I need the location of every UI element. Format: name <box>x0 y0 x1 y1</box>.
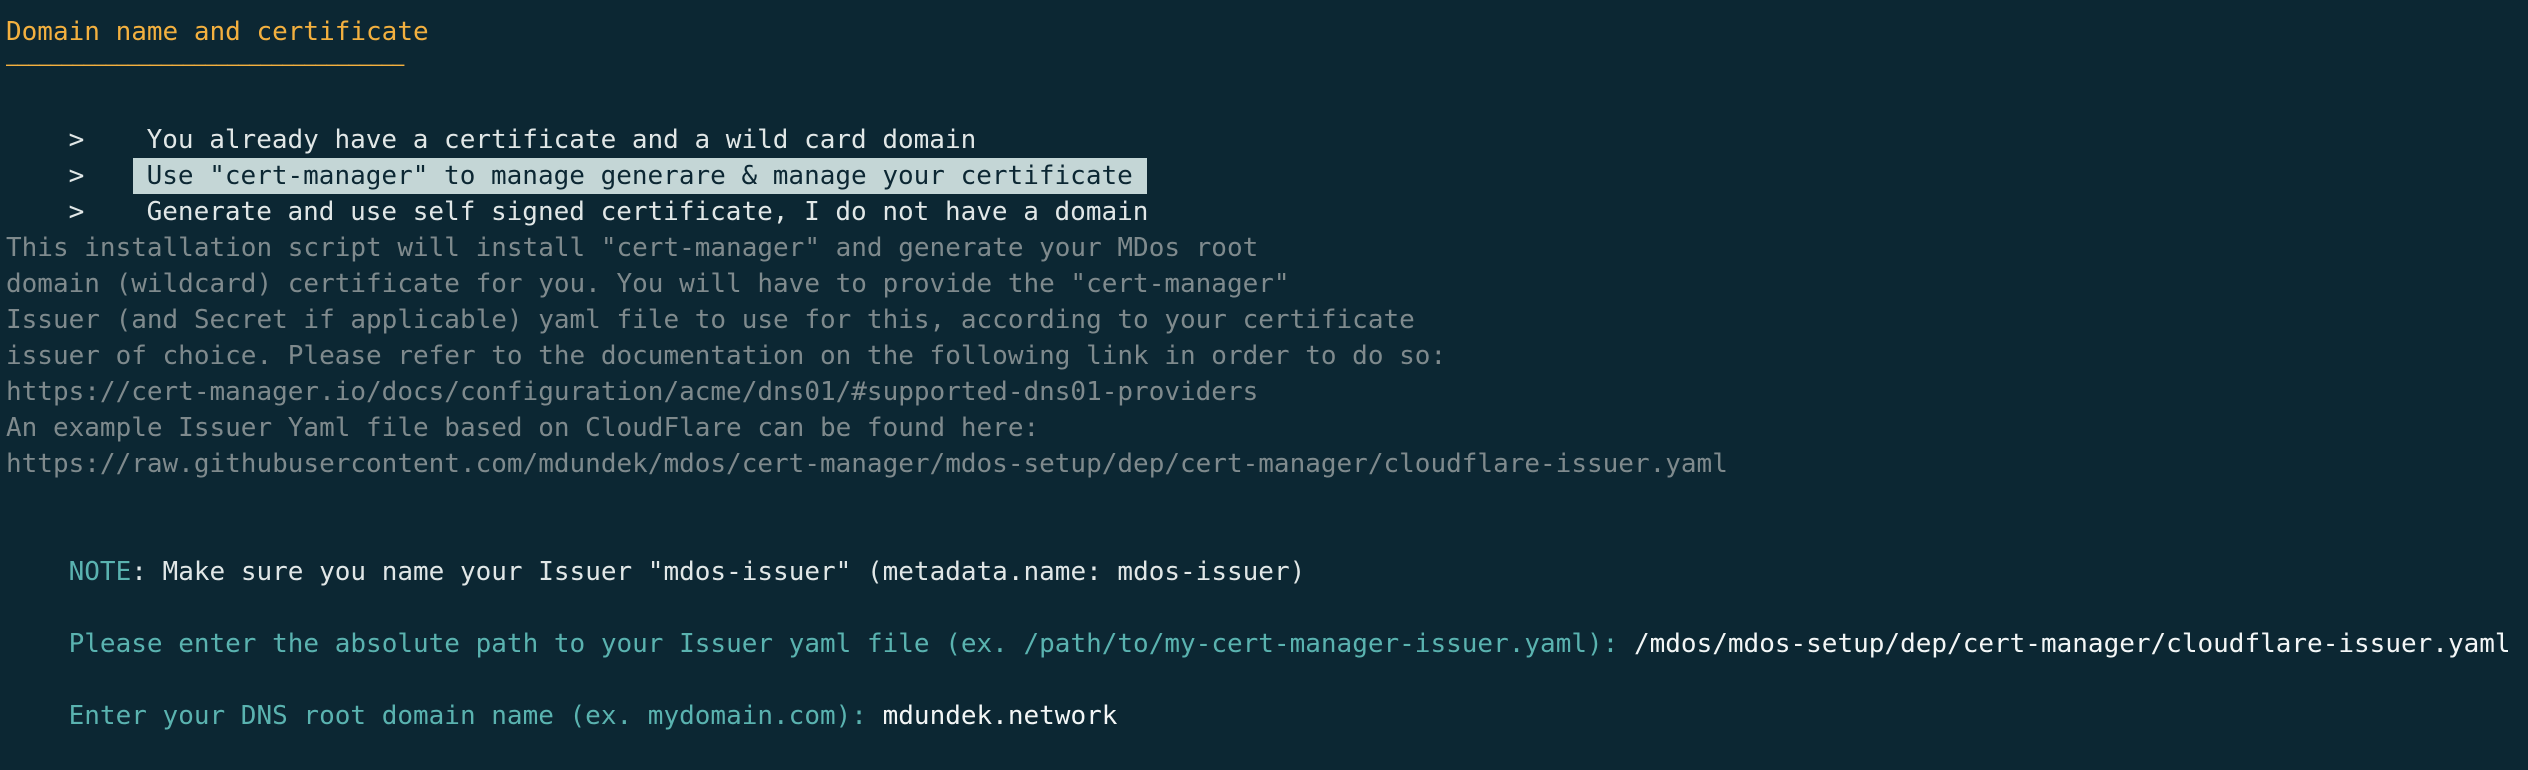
note-text: : Make sure you name your Issuer "mdos-i… <box>131 557 1306 587</box>
section-rule: ———————————————————————————————————— <box>6 52 404 76</box>
issuer-path-prompt: Please enter the absolute path to your I… <box>6 590 2511 659</box>
domain-prompt: Enter your DNS root domain name (ex. myd… <box>6 662 1118 731</box>
option-row-cert-manager[interactable]: > Use "cert-manager" to manage generare &… <box>6 122 1147 194</box>
option-self-signed[interactable]: Generate and use self signed certificate… <box>133 194 1163 230</box>
option-row-self-signed[interactable]: > Generate and use self signed certificat… <box>6 158 1162 227</box>
section-title: Domain name and certificate <box>6 17 429 47</box>
docs-link[interactable]: https://cert-manager.io/docs/configurati… <box>6 374 1258 410</box>
note-line: NOTE: Make sure you name your Issuer "md… <box>6 518 1306 587</box>
info-line: domain (wildcard) certificate for you. Y… <box>6 269 1290 299</box>
info-line: An example Issuer Yaml file based on Clo… <box>6 413 1040 443</box>
domain-input[interactable]: mdundek.network <box>883 701 1118 731</box>
issuer-path-input[interactable]: /mdos/mdos-setup/dep/cert-manager/cloudf… <box>1634 629 2511 659</box>
terminal-window: Domain name and certificate ————————————… <box>0 0 2528 731</box>
option-row-certificate[interactable]: > You already have a certificate and a wi… <box>6 86 990 155</box>
example-link[interactable]: https://raw.githubusercontent.com/mdunde… <box>6 446 1728 482</box>
info-line: This installation script will install "c… <box>6 233 1259 263</box>
info-line: Issuer (and Secret if applicable) yaml f… <box>6 305 1415 335</box>
prompt-question: Please enter the absolute path to your I… <box>68 629 1634 659</box>
prompt-question: Enter your DNS root domain name (ex. myd… <box>68 701 883 731</box>
option-caret: > <box>68 197 85 227</box>
info-line: issuer of choice. Please refer to the do… <box>6 341 1447 371</box>
note-label: NOTE <box>68 557 132 587</box>
